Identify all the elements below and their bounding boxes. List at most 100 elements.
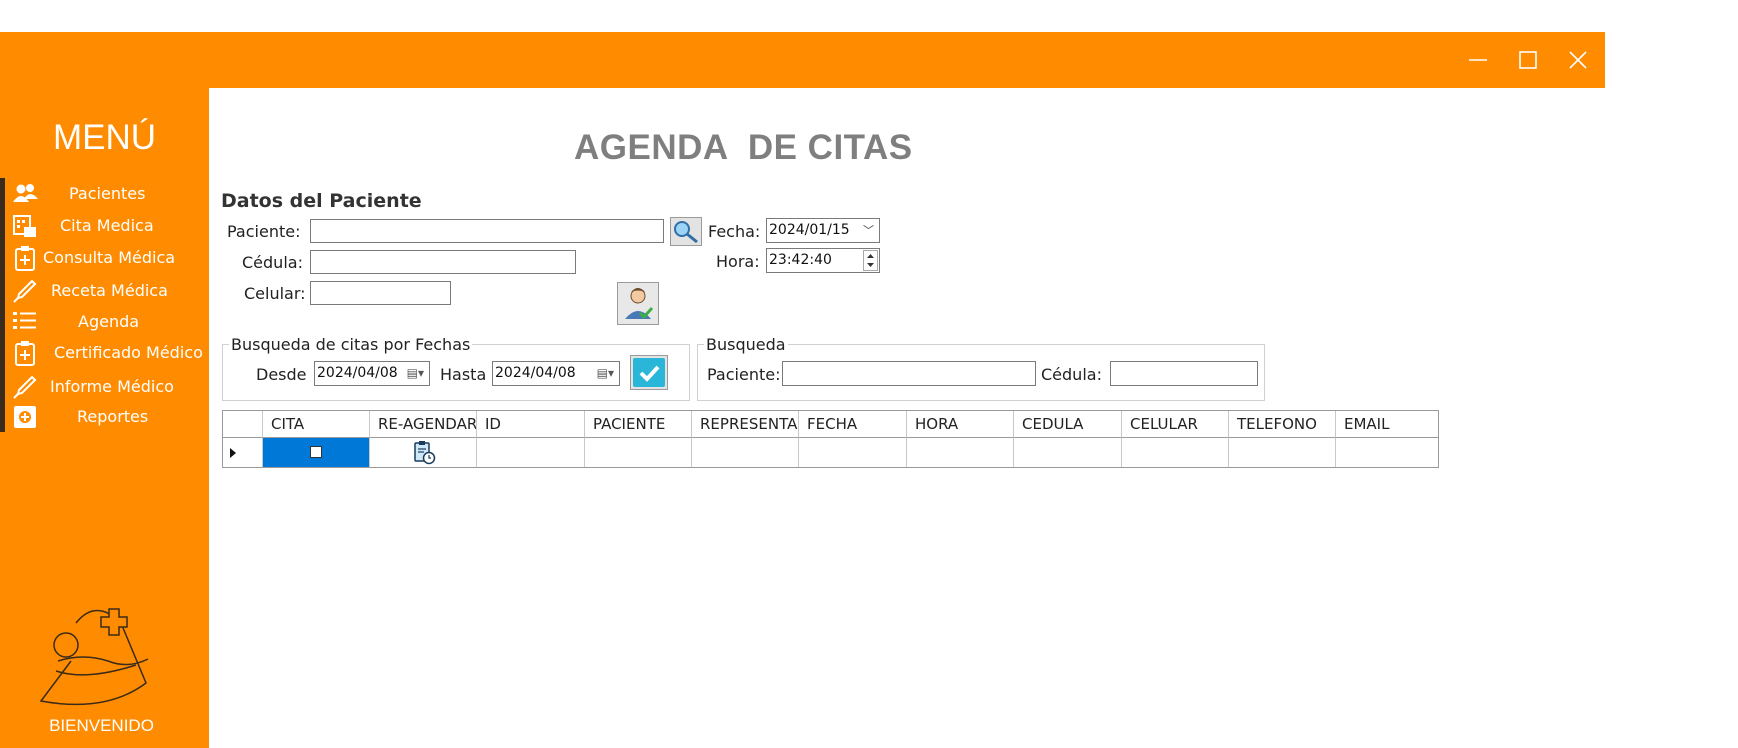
column-header[interactable]: RE-AGENDAR [370,411,477,438]
sidebar-item-reportes[interactable]: Reportes [0,402,209,432]
magnifier-icon [674,221,698,244]
maximize-icon [1519,51,1537,69]
menu-title: MENÚ [52,118,157,157]
row-header-corner [223,411,263,438]
desde-value: 2024/04/08 [317,365,398,381]
main-content: AGENDA DE CITAS Datos del Paciente Pacie… [209,88,1605,748]
desde-datepicker[interactable]: 2024/04/08 ▤▾ [314,361,430,386]
sidebar: MENÚ Pacientes Cita Medica Consulta Médi… [0,88,209,748]
search-dates-button[interactable] [630,355,668,390]
hasta-label: Hasta [440,365,487,384]
clipboard-plus-icon [15,341,35,366]
cedula-label: Cédula: [242,253,303,272]
calendar-dropdown-icon: ▤▾ [596,366,614,380]
clipboard-plus-icon [15,246,35,271]
email-cell[interactable] [1336,438,1438,467]
section-title: Datos del Paciente [221,190,422,212]
check-icon [633,358,665,387]
report-icon [14,406,36,428]
search-cedula-input[interactable] [1111,362,1257,385]
id-cell[interactable] [477,438,585,467]
users-icon [13,184,38,202]
fecha-label: Fecha: [708,222,761,241]
reagendar-cell[interactable] [370,438,477,467]
minimize-button[interactable] [1453,32,1503,88]
title-bar [0,32,1605,88]
sidebar-item-informe-medico[interactable]: Informe Médico [0,372,209,402]
fecha-cell[interactable] [799,438,907,467]
sidebar-item-cita-medica[interactable]: Cita Medica [0,211,209,241]
cedula-field[interactable] [310,250,576,274]
paciente-cell[interactable] [585,438,692,467]
column-header[interactable]: HORA [907,411,1014,438]
column-header[interactable]: REPRESENTANTE [692,411,799,438]
fecha-datepicker[interactable]: 2024/01/15 ﹀ [766,218,880,243]
column-header[interactable]: TELEFONO [1229,411,1336,438]
sidebar-item-label: Consulta Médica [43,248,176,267]
calendar-dropdown-icon: ▤▾ [406,366,424,380]
cedula-cell[interactable] [1014,438,1122,467]
sidebar-item-certificado-medico[interactable]: Certificado Médico [0,338,209,368]
sidebar-item-label: Receta Médica [51,281,168,300]
telefono-cell[interactable] [1229,438,1336,467]
desde-label: Desde [256,365,307,384]
celular-input[interactable] [311,282,450,304]
celular-cell[interactable] [1122,438,1229,467]
sidebar-item-receta-medica[interactable]: Receta Médica [0,276,209,306]
column-header[interactable]: EMAIL [1336,411,1438,438]
column-header[interactable]: FECHA [799,411,907,438]
add-patient-icon [625,288,654,320]
cita-cell[interactable] [263,438,370,467]
add-patient-button[interactable] [617,282,659,325]
search-paciente-field[interactable] [782,361,1036,386]
calculator-calendar-icon [13,215,36,237]
paciente-input[interactable] [311,220,663,242]
maximize-button[interactable] [1503,32,1553,88]
sidebar-item-pacientes[interactable]: Pacientes [0,179,209,209]
appointments-table: CITA RE-AGENDAR ID PACIENTE REPRESENTANT… [222,410,1439,468]
syringe-icon [13,279,37,303]
celular-field[interactable] [310,281,451,305]
hora-value: 23:42:40 [769,252,832,268]
column-header[interactable]: ID [477,411,585,438]
representante-cell[interactable] [692,438,799,467]
search-cedula-field[interactable] [1110,361,1258,386]
sidebar-item-agenda[interactable]: Agenda [0,307,209,337]
hasta-value: 2024/04/08 [495,365,576,381]
close-button[interactable] [1553,32,1603,88]
column-header[interactable]: PACIENTE [585,411,692,438]
sidebar-item-label: Cita Medica [60,216,154,235]
column-header[interactable]: CELULAR [1122,411,1229,438]
cedula-input[interactable] [311,251,575,273]
column-header[interactable]: CITA [263,411,370,438]
search-paciente-input[interactable] [783,362,1035,385]
sidebar-item-label: Agenda [78,312,140,331]
column-header[interactable]: CEDULA [1014,411,1122,438]
paciente-field[interactable] [310,219,664,243]
close-icon [1569,51,1587,69]
row-selector[interactable] [223,438,263,467]
fecha-value: 2024/01/15 [769,222,850,238]
sidebar-item-label: Pacientes [69,184,146,203]
cita-checkbox[interactable] [310,446,322,458]
date-search-legend: Busqueda de citas por Fechas [231,335,471,354]
hora-cell[interactable] [907,438,1014,467]
celular-label: Celular: [244,284,306,303]
hora-label: Hora: [716,252,760,271]
search-patient-button[interactable] [670,217,702,246]
search-legend: Busqueda [706,335,786,354]
time-spinner[interactable] [863,250,878,271]
clipboard-clock-icon[interactable] [411,439,437,465]
paciente-label: Paciente: [227,222,301,241]
page-title: AGENDA DE CITAS [574,128,913,167]
current-row-arrow-icon [230,448,236,458]
search-cedula-label: Cédula: [1041,365,1102,384]
sidebar-item-label: Informe Médico [50,377,174,396]
hora-timepicker[interactable]: 23:42:40 [766,248,880,273]
spinner-arrows-icon [867,254,874,267]
sidebar-item-label: Reportes [77,407,149,426]
welcome-label: BIENVENIDO [49,716,154,735]
sidebar-item-consulta-medica[interactable]: Consulta Médica [0,243,209,273]
hasta-datepicker[interactable]: 2024/04/08 ▤▾ [492,361,620,386]
minimize-icon [1469,59,1487,61]
